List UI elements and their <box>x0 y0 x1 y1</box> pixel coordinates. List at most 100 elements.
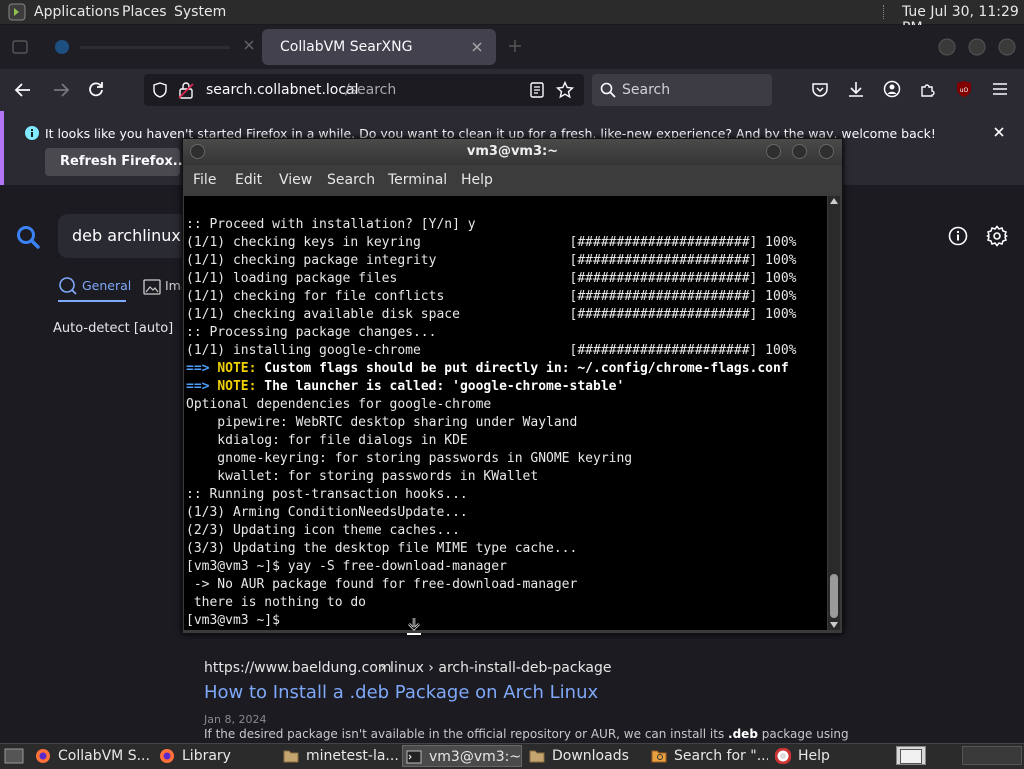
terminal-line: pipewire: WebRTC desktop sharing under W… <box>186 415 578 430</box>
result-url-path[interactable]: › linux › arch-install-deb-package <box>380 660 612 676</box>
terminal-line: (1/1) loading package files [###########… <box>186 271 797 286</box>
hamburger-menu-icon[interactable] <box>991 81 1009 97</box>
workspace-1[interactable] <box>900 749 922 764</box>
taskbar-label: vm3@vm3:~ <box>429 749 522 765</box>
terminal-close-icon[interactable] <box>818 143 835 160</box>
result-date: Jan 8, 2024 <box>204 713 267 726</box>
search-bar[interactable]: Search <box>592 74 772 106</box>
bookmark-star-icon[interactable] <box>556 81 574 99</box>
reload-icon[interactable] <box>87 80 105 98</box>
show-desktop-icon[interactable] <box>4 747 24 765</box>
result-url-host[interactable]: https://www.baeldung.com <box>204 660 392 676</box>
menu-help[interactable]: Help <box>461 172 493 188</box>
url-domain: search.collabnet.local <box>206 82 359 98</box>
url-bar[interactable]: search.collabnet.local /search <box>144 74 584 106</box>
menu-edit[interactable]: Edit <box>235 172 262 188</box>
menu-view[interactable]: View <box>279 172 312 188</box>
terminal-lines: :: Proceed with installation? [Y/n] y(1/… <box>186 216 796 630</box>
applications-menu[interactable]: Applications <box>34 4 120 20</box>
forward-icon[interactable] <box>52 81 70 99</box>
taskbar-item-library[interactable]: Library <box>156 745 276 767</box>
workspace-empty[interactable] <box>962 746 1022 765</box>
mouse-cursor-icon <box>405 617 423 637</box>
terminal-line: (3/3) Updating the desktop file MIME typ… <box>186 541 578 556</box>
tab-close-icon[interactable] <box>243 39 255 51</box>
language-select[interactable]: Auto-detect [auto] <box>53 321 173 336</box>
taskbar-label: CollabVM S... <box>58 748 150 764</box>
snippet-prefix: If the desired package isn't available i… <box>204 727 729 741</box>
notification-close-icon[interactable] <box>993 126 1005 138</box>
refresh-firefox-label: Refresh Firefox... <box>60 154 188 169</box>
insecure-lock-icon[interactable] <box>178 81 194 99</box>
result-title-link[interactable]: How to Install a .deb Package on Arch Li… <box>204 682 598 703</box>
taskbar-label: Downloads <box>552 748 629 764</box>
scroll-thumb[interactable] <box>830 574 838 618</box>
taskbar-item-downloads[interactable]: Downloads <box>526 745 644 767</box>
terminal-scrollbar[interactable] <box>828 196 840 630</box>
terminal-minimize-icon[interactable] <box>765 143 782 160</box>
tab-general-underline <box>58 300 126 302</box>
reader-view-icon[interactable] <box>529 82 545 98</box>
taskbar-item-collabvm[interactable]: CollabVM S... <box>32 745 152 767</box>
terminal-icon <box>406 749 422 765</box>
terminal-line: Optional dependencies for google-chrome <box>186 397 492 412</box>
terminal-line: [vm3@vm3 ~]$ yay -S free-download-manage… <box>186 559 507 574</box>
top-panel: Applications Places System Tue Jul 30, 1… <box>0 0 1024 36</box>
tracking-shield-icon[interactable] <box>152 82 168 98</box>
taskbar-label: Help <box>798 748 830 764</box>
menu-terminal[interactable]: Terminal <box>388 172 447 188</box>
about-info-icon[interactable] <box>948 226 968 246</box>
terminal-line: (1/1) checking keys in keyring [########… <box>186 235 797 250</box>
new-tab-icon[interactable] <box>508 39 522 53</box>
search-query-text: deb archlinux <box>72 226 181 245</box>
taskbar-item-terminal[interactable]: vm3@vm3:~ <box>402 745 522 767</box>
firefox-view-icon[interactable] <box>12 39 28 55</box>
account-icon[interactable] <box>883 80 901 98</box>
workspace-switcher[interactable] <box>896 746 926 765</box>
search-icon <box>600 82 616 98</box>
system-menu[interactable]: System <box>174 4 226 20</box>
terminal-line: :: Processing package changes... <box>186 325 437 340</box>
gnome-foot-icon[interactable] <box>8 3 26 21</box>
extensions-icon[interactable] <box>919 80 937 98</box>
searxng-search-icon[interactable] <box>15 224 41 250</box>
window-minimize-icon[interactable] <box>938 38 956 56</box>
pocket-icon[interactable] <box>811 81 829 99</box>
downloads-icon[interactable] <box>847 80 865 98</box>
taskbar-item-search[interactable]: Search for "... <box>648 745 768 767</box>
panel-separator <box>883 5 887 19</box>
tab-title: CollabVM SearXNG <box>280 39 413 55</box>
refresh-firefox-button[interactable]: Refresh Firefox... <box>45 148 188 176</box>
window-maximize-icon[interactable] <box>968 38 986 56</box>
tab-general[interactable]: General <box>82 278 131 293</box>
terminal-line: :: Proceed with installation? [Y/n] y <box>186 217 476 232</box>
info-icon <box>24 125 40 141</box>
tab-close-icon[interactable] <box>471 41 483 53</box>
terminal-line: gnome-keyring: for storing passwords in … <box>186 451 633 466</box>
places-menu[interactable]: Places <box>122 4 167 20</box>
taskbar-item-help[interactable]: Help <box>772 745 872 767</box>
general-tab-search-icon <box>58 276 78 296</box>
ublock-origin-icon[interactable]: uO <box>955 80 973 98</box>
edge-favicon-icon <box>54 39 70 55</box>
terminal-output[interactable]: :: Proceed with installation? [Y/n] y(1/… <box>184 196 827 630</box>
tab-inactive[interactable] <box>42 29 262 65</box>
terminal-line: there is nothing to do <box>186 595 367 610</box>
terminal-maximize-icon[interactable] <box>791 143 808 160</box>
snippet-bold: .deb <box>728 727 758 741</box>
terminal-titlebar[interactable]: vm3@vm3:~ <box>183 139 842 165</box>
scroll-down-arrow-icon[interactable] <box>830 622 838 628</box>
window-close-icon[interactable] <box>998 38 1016 56</box>
search-query-input[interactable]: deb archlinux <box>58 214 188 258</box>
terminal-window[interactable]: vm3@vm3:~ File Edit View Search Terminal… <box>182 138 843 634</box>
tab-active[interactable]: CollabVM SearXNG <box>262 29 496 65</box>
taskbar-item-minetest[interactable]: minetest-la... <box>280 745 398 767</box>
menu-search[interactable]: Search <box>327 172 375 188</box>
snippet-suffix: package using <box>757 727 849 741</box>
settings-gear-icon[interactable] <box>986 225 1008 247</box>
scroll-up-arrow-icon[interactable] <box>830 198 838 204</box>
menu-file[interactable]: File <box>193 172 216 188</box>
help-lifebuoy-icon <box>774 747 792 765</box>
back-icon[interactable] <box>14 81 32 99</box>
terminal-line: kdialog: for file dialogs in KDE <box>186 433 468 448</box>
